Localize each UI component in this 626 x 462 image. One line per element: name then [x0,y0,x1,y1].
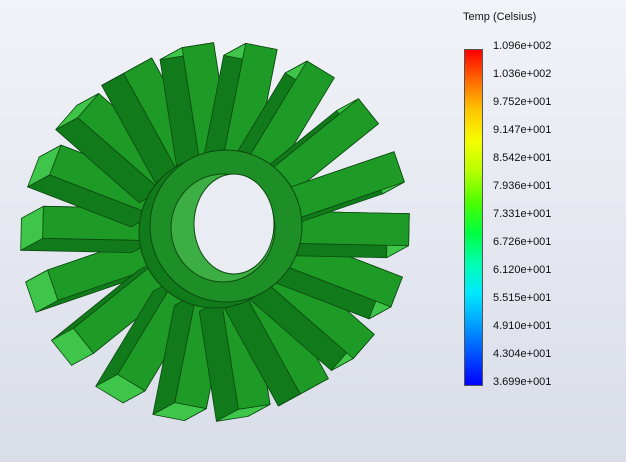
heat-sink-model[interactable] [0,0,626,462]
color-scale-bar [464,49,483,386]
bore-hole [193,173,275,275]
legend-title: Temp (Celsius) [463,11,537,23]
graphics-viewport[interactable]: Temp (Celsius) 1.096e+002 1.036e+002 9.752… [0,0,626,462]
